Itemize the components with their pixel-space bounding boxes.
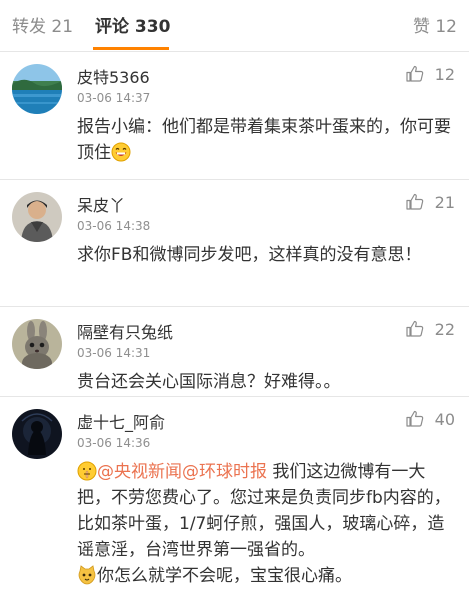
mention-link[interactable]: @央视新闻 bbox=[97, 462, 182, 482]
like-button[interactable]: 40 bbox=[405, 409, 455, 429]
rabbit-avatar bbox=[12, 319, 62, 369]
avatar[interactable] bbox=[12, 64, 62, 114]
comment-timestamp: 03-06 14:36 bbox=[77, 436, 151, 450]
comment-body: 你怎么就学不会呢，宝宝很心痛。 bbox=[97, 566, 352, 586]
grin-face-emoji-icon bbox=[111, 142, 131, 162]
lake-avatar bbox=[12, 64, 62, 114]
dark-silhouette-avatar bbox=[12, 409, 62, 459]
like-count: 21 bbox=[434, 192, 455, 212]
avatar[interactable] bbox=[12, 409, 62, 459]
comment-text: @央视新闻@环球时报 我们这边微博有一大把，不劳您费心了。您过来是负责同步fb内… bbox=[77, 459, 457, 589]
comment-text: 贵台还会关心国际消息？好难得。。 bbox=[77, 372, 341, 392]
like-button[interactable]: 22 bbox=[405, 319, 455, 339]
avatar[interactable] bbox=[12, 319, 62, 369]
thumbs-up-icon bbox=[406, 320, 423, 337]
person-avatar bbox=[12, 192, 62, 242]
thumbs-up-icon bbox=[406, 410, 423, 427]
comment-body: 报告小编：他们都是带着集束茶叶蛋来的，你可要顶住 bbox=[77, 117, 451, 163]
cat-face-emoji-icon bbox=[77, 565, 97, 585]
mention-link[interactable]: @环球时报 bbox=[182, 462, 267, 482]
shush-face-emoji-icon bbox=[77, 461, 97, 481]
comment-username[interactable]: 呆皮丫 bbox=[77, 192, 125, 216]
comment-item: 呆皮丫 03-06 14:38 21 求你FB和微博同步发吧，这样真的没有意思！ bbox=[0, 180, 469, 307]
comment-timestamp: 03-06 14:38 bbox=[77, 219, 151, 233]
comment-username[interactable]: 皮特5366 bbox=[77, 64, 150, 88]
comment-text: 求你FB和微博同步发吧，这样真的没有意思！ bbox=[77, 245, 422, 265]
comment-text: 报告小编：他们都是带着集束茶叶蛋来的，你可要顶住 bbox=[77, 114, 457, 166]
like-count: 12 bbox=[434, 64, 455, 84]
like-count: 40 bbox=[434, 409, 455, 429]
like-button[interactable]: 12 bbox=[405, 64, 455, 84]
comment-item: 隔壁有只兔纸 03-06 14:31 22 贵台还会关心国际消息？好难得。。 bbox=[0, 307, 469, 397]
comment-timestamp: 03-06 14:37 bbox=[77, 91, 151, 105]
tab-comments[interactable]: 评论 330 bbox=[95, 12, 170, 37]
active-tab-indicator bbox=[93, 47, 169, 50]
avatar[interactable] bbox=[12, 192, 62, 242]
comment-list: 皮特5366 03-06 14:37 12 报告小编：他们都是带着集束茶叶蛋来的… bbox=[0, 52, 469, 596]
comment-username[interactable]: 隔壁有只兔纸 bbox=[77, 319, 173, 343]
thumbs-up-icon bbox=[406, 193, 423, 210]
like-button[interactable]: 21 bbox=[405, 192, 455, 212]
comment-username[interactable]: 虚十七_阿俞 bbox=[77, 409, 165, 433]
thumbs-up-icon bbox=[406, 65, 423, 82]
tab-reposts[interactable]: 转发 21 bbox=[12, 12, 73, 37]
comment-timestamp: 03-06 14:31 bbox=[77, 346, 151, 360]
comment-tab-bar: 转发 21 评论 330 赞 12 bbox=[0, 0, 469, 52]
like-count: 22 bbox=[434, 319, 455, 339]
tab-likes[interactable]: 赞 12 bbox=[413, 12, 457, 37]
comment-item: 虚十七_阿俞 03-06 14:36 40 @央视新闻@环球时报 我们这边微博有… bbox=[0, 397, 469, 596]
comment-item: 皮特5366 03-06 14:37 12 报告小编：他们都是带着集束茶叶蛋来的… bbox=[0, 52, 469, 180]
